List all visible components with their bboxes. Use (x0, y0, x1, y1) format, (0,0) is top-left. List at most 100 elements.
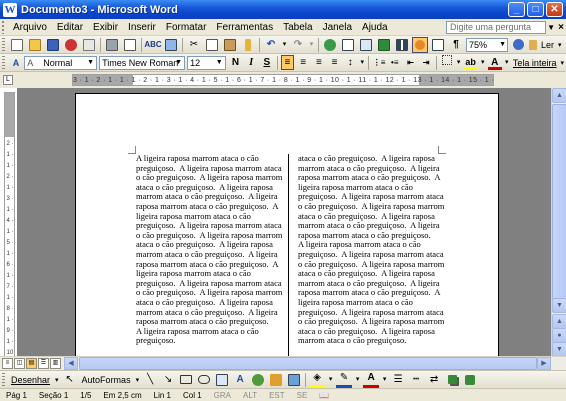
font-color-icon[interactable]: A (487, 55, 502, 70)
columns-icon[interactable] (394, 37, 410, 53)
menu-inserir[interactable]: Inserir (123, 19, 161, 36)
horizontal-scroll-thumb[interactable] (79, 357, 537, 370)
help-dropdown-icon[interactable]: ▼ (547, 21, 555, 34)
diagram-icon[interactable] (250, 372, 266, 388)
cut-icon[interactable]: ✂ (186, 37, 202, 53)
text-column-left[interactable]: A ligeira raposa marrom ataca o cão preg… (136, 153, 284, 346)
toolbar-grip[interactable] (2, 38, 5, 51)
menu-tabela[interactable]: Tabela (278, 19, 317, 36)
line-color-icon[interactable]: ✎ (336, 372, 353, 388)
open-folder-icon[interactable] (27, 37, 43, 53)
line-spacing-dropdown-icon[interactable]: ▾ (359, 55, 365, 71)
autoshapes-button[interactable]: AutoFormas (79, 375, 134, 385)
spelling-status-icon[interactable]: 📖 (313, 389, 335, 401)
redo-dropdown-icon[interactable]: ▾ (308, 37, 315, 53)
vertical-scrollbar[interactable]: ▲ ▼ ▲ ● ▼ (551, 88, 566, 357)
rectangle-icon[interactable] (178, 372, 194, 388)
read-icon[interactable] (528, 37, 538, 53)
menu-ajuda[interactable]: Ajuda (357, 19, 393, 36)
close-button[interactable]: ✕ (546, 2, 563, 17)
font-dropdown-icon[interactable]: ▼ (175, 57, 182, 69)
highlight-icon[interactable]: ab (463, 55, 478, 70)
outline-view-icon[interactable]: ☰ (38, 358, 49, 369)
highlight-dropdown-icon[interactable]: ▾ (480, 55, 486, 71)
menu-exibir[interactable]: Exibir (88, 19, 123, 36)
menu-editar[interactable]: Editar (52, 19, 88, 36)
spelling-icon[interactable]: ABC (144, 37, 161, 53)
borders-dropdown-icon[interactable]: ▾ (455, 55, 461, 71)
toolbar-options-icon[interactable]: ▾ (556, 41, 564, 49)
menu-janela[interactable]: Janela (318, 19, 357, 36)
help-icon[interactable] (510, 37, 526, 53)
numbering-icon[interactable]: ⋮≡ (372, 55, 386, 70)
zoom-select[interactable]: 75% ▼ (466, 37, 508, 52)
print-layout-icon[interactable]: ▤ (26, 358, 37, 369)
zoom-dropdown-icon[interactable]: ▼ (499, 39, 506, 51)
scroll-right-icon[interactable]: ▶ (537, 357, 551, 370)
style-dropdown-icon[interactable]: ▼ (87, 57, 94, 69)
font-size-dropdown-icon[interactable]: ▼ (216, 57, 223, 69)
menu-ferramentas[interactable]: Ferramentas (211, 19, 278, 36)
align-left-icon[interactable]: ≡ (280, 55, 295, 70)
clip-art-icon[interactable] (268, 372, 284, 388)
status-overtype[interactable]: SE (291, 389, 314, 401)
line-icon[interactable]: ╲ (142, 372, 158, 388)
picture-icon[interactable] (286, 372, 302, 388)
toolbar-options-icon[interactable]: ▾ (558, 59, 566, 67)
justify-icon[interactable]: ≡ (328, 55, 342, 70)
menu-grip[interactable] (2, 20, 4, 34)
dash-style-icon[interactable]: ┅ (408, 372, 424, 388)
line-style-icon[interactable]: ☰ (390, 372, 406, 388)
copy-icon[interactable] (204, 37, 220, 53)
document-map-icon[interactable] (430, 37, 446, 53)
paste-icon[interactable] (222, 37, 238, 53)
font-color-draw-icon[interactable]: A (363, 372, 380, 388)
font-color-draw-dropdown-icon[interactable]: ▾ (381, 372, 388, 388)
show-hide-icon[interactable]: ¶ (448, 37, 464, 53)
align-center-icon[interactable]: ≡ (296, 55, 310, 70)
previous-page-icon[interactable]: ▲ (552, 314, 566, 329)
text-column-right[interactable]: ataca o cão preguiçoso. A ligeira raposa… (298, 153, 446, 346)
drawing-icon[interactable] (412, 36, 428, 53)
style-select[interactable]: A Normal ▼ (24, 55, 98, 70)
arrow-style-icon[interactable]: ⇄ (426, 372, 442, 388)
styles-formatting-icon[interactable]: A (9, 55, 24, 71)
maximize-button[interactable]: □ (527, 2, 544, 17)
borders-icon[interactable] (440, 55, 454, 70)
bold-button[interactable]: N (229, 55, 243, 70)
word-icon[interactable]: W (3, 2, 17, 17)
new-document-icon[interactable] (9, 37, 25, 53)
menu-formatar[interactable]: Formatar (161, 19, 212, 36)
underline-button[interactable]: S (260, 55, 274, 70)
wordart-icon[interactable]: A (232, 372, 248, 388)
fill-color-dropdown-icon[interactable]: ▾ (327, 372, 334, 388)
line-color-dropdown-icon[interactable]: ▾ (354, 372, 361, 388)
print-icon[interactable] (104, 37, 120, 53)
decrease-indent-icon[interactable]: ⇤ (404, 55, 418, 70)
select-browse-object-icon[interactable]: ● (552, 328, 566, 343)
insert-table-icon[interactable] (358, 37, 374, 53)
vertical-ruler[interactable]: 2 · 1 · 1 · 2 · 1 · 3 · 1 · 4 · 1 · 5 · … (4, 92, 15, 357)
undo-icon[interactable]: ↶ (263, 37, 279, 53)
document-page[interactable]: A ligeira raposa marrom ataca o cão preg… (75, 93, 499, 356)
scroll-up-icon[interactable]: ▲ (552, 88, 566, 103)
draw-menu-button[interactable]: Desenhar (8, 375, 53, 385)
save-icon[interactable] (45, 37, 61, 53)
line-spacing-icon[interactable]: ↕ (343, 55, 357, 70)
tab-selector-icon[interactable]: L (3, 75, 13, 85)
status-extend-selection[interactable]: EST (263, 389, 291, 401)
3d-style-icon[interactable] (462, 372, 478, 388)
oval-icon[interactable] (196, 372, 212, 388)
bullets-icon[interactable]: •≡ (388, 55, 402, 70)
font-size-select[interactable]: 12 ▼ (187, 55, 226, 70)
normal-view-icon[interactable]: ≡ (2, 358, 13, 369)
toolbar-grip[interactable] (2, 56, 5, 69)
shadow-style-icon[interactable] (444, 372, 460, 388)
horizontal-ruler[interactable]: 3 · 1 · 2 · 1 · 1 · 1 · 2 · 1 · 3 · 1 · … (72, 74, 494, 86)
read-button[interactable]: Ler (539, 40, 556, 50)
draw-dropdown-icon[interactable]: ▾ (53, 376, 61, 384)
status-record-macro[interactable]: GRA (208, 389, 237, 401)
font-select[interactable]: Times New Roman ▼ (99, 55, 186, 70)
print-preview-icon[interactable] (122, 37, 138, 53)
text-box-icon[interactable] (214, 372, 230, 388)
